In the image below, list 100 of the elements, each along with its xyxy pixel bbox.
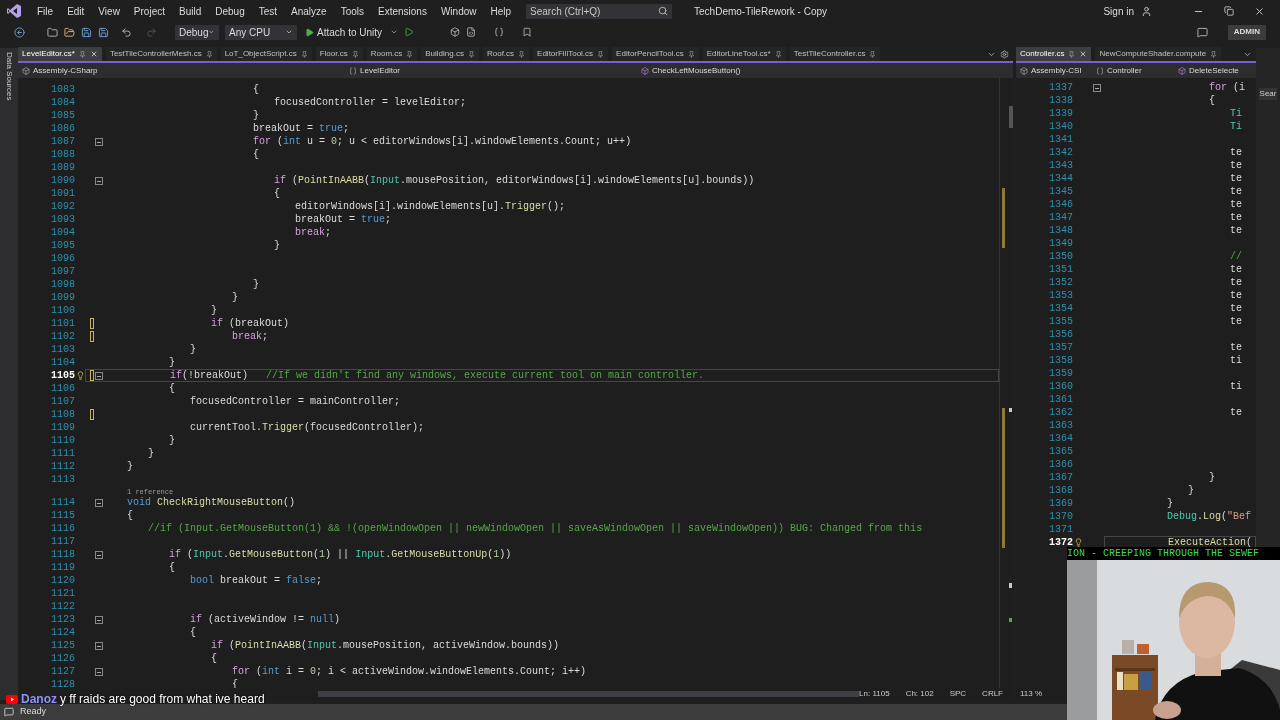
- line-number: 1128: [50, 678, 75, 688]
- collapse-icon[interactable]: [95, 551, 103, 559]
- restore-icon[interactable]: [1224, 6, 1234, 16]
- pin-icon[interactable]: [467, 50, 475, 58]
- new-project-icon[interactable]: [47, 26, 58, 38]
- open-folder-icon[interactable]: [64, 26, 75, 38]
- close-icon[interactable]: [89, 50, 98, 58]
- tab-list-icon[interactable]: [1243, 50, 1252, 59]
- code-line: break;: [295, 226, 332, 240]
- caret-icon[interactable]: [390, 28, 399, 36]
- pin-icon[interactable]: [869, 50, 877, 58]
- zoom-level[interactable]: 113 %: [1020, 688, 1043, 700]
- package-icon[interactable]: [450, 27, 461, 37]
- back-icon[interactable]: [14, 26, 25, 38]
- file-tab[interactable]: Roof.cs: [482, 47, 530, 61]
- file-tab[interactable]: EditorPencilTool.cs: [612, 47, 699, 61]
- file-tab[interactable]: Room.cs: [366, 47, 418, 61]
- undo-icon[interactable]: [121, 26, 132, 38]
- line-number: 1340: [1048, 120, 1073, 134]
- code-line: te: [1230, 276, 1242, 290]
- pin-icon[interactable]: [1068, 50, 1076, 58]
- save-all-icon[interactable]: [98, 26, 109, 38]
- close-icon[interactable]: [1254, 5, 1265, 17]
- file-tab[interactable]: Building.cs: [421, 47, 479, 61]
- collapse-icon[interactable]: [95, 642, 103, 650]
- project-dropdown[interactable]: Assembly-CSharp: [20, 64, 345, 77]
- pin-icon[interactable]: [205, 50, 213, 58]
- pin-icon[interactable]: [300, 50, 308, 58]
- pin-icon[interactable]: [351, 50, 359, 58]
- menu-item[interactable]: Project: [126, 3, 172, 19]
- sign-in-link[interactable]: Sign in: [1103, 3, 1134, 19]
- line-number: 1346: [1048, 198, 1073, 212]
- pin-icon[interactable]: [518, 50, 526, 58]
- collapse-icon[interactable]: [95, 177, 103, 185]
- collapse-icon[interactable]: [95, 372, 103, 380]
- close-icon[interactable]: [1079, 50, 1088, 58]
- collapse-icon[interactable]: [1093, 84, 1101, 92]
- lightbulb-icon[interactable]: [76, 371, 85, 380]
- file-tab[interactable]: NewComputeShader.compute: [1095, 47, 1222, 61]
- pin-icon[interactable]: [687, 50, 695, 58]
- tab-list-icon[interactable]: [987, 50, 996, 59]
- code-line: }: [148, 447, 154, 461]
- platform-dropdown[interactable]: Any CPU: [225, 24, 297, 40]
- save-icon[interactable]: [81, 26, 92, 38]
- data-sources-panel-tab[interactable]: Data Sources: [3, 52, 15, 101]
- file-tab[interactable]: LoT_ObjectScript.cs: [220, 47, 312, 61]
- line-number: 1365: [1048, 445, 1073, 459]
- collapse-icon[interactable]: [95, 138, 103, 146]
- feedback-icon[interactable]: [1196, 26, 1208, 38]
- pin-icon[interactable]: [406, 50, 414, 58]
- line-number: 1343: [1048, 159, 1073, 173]
- class-dropdown[interactable]: Controller: [1094, 64, 1174, 77]
- output-icon[interactable]: [4, 707, 14, 717]
- menu-item[interactable]: Help: [483, 3, 519, 19]
- start-without-debugging-icon[interactable]: [404, 27, 415, 37]
- line-number: 1354: [1048, 302, 1073, 316]
- file-tab[interactable]: TestTileControllerMesh.cs: [105, 47, 217, 61]
- file-tab[interactable]: Floor.cs: [315, 47, 363, 61]
- member-dropdown[interactable]: CheckLeftMouseButton(): [639, 64, 1011, 77]
- file-tab[interactable]: EditorLineTool.cs*: [702, 47, 786, 61]
- pin-icon[interactable]: [774, 50, 782, 58]
- menu-item[interactable]: Analyze: [284, 3, 334, 19]
- search-field[interactable]: Sear: [1258, 88, 1278, 100]
- line-number: 1085: [50, 109, 75, 123]
- menu-item[interactable]: Test: [251, 3, 285, 19]
- menu-item[interactable]: View: [91, 3, 127, 19]
- class-dropdown[interactable]: LevelEditor: [347, 64, 637, 77]
- file-tab[interactable]: LevelEditor.cs*: [18, 47, 102, 61]
- menu-item[interactable]: Extensions: [371, 3, 434, 19]
- project-dropdown[interactable]: Assembly-CSI: [1018, 64, 1092, 77]
- braces-icon[interactable]: [494, 27, 505, 37]
- search-field[interactable]: Search (Ctrl+Q): [526, 3, 673, 19]
- settings-icon[interactable]: [1000, 50, 1009, 59]
- play-icon: [305, 27, 314, 37]
- pin-icon[interactable]: [1210, 50, 1218, 58]
- member-dropdown[interactable]: DeleteSelecte: [1176, 64, 1254, 77]
- menu-item[interactable]: Edit: [60, 3, 92, 19]
- menu-item[interactable]: Window: [433, 3, 484, 19]
- line-number: 1097: [50, 265, 75, 279]
- file-icon[interactable]: [466, 27, 477, 37]
- menu-item[interactable]: Debug: [208, 3, 252, 19]
- file-tab[interactable]: EditorFillTool.cs: [533, 47, 609, 61]
- menu-item[interactable]: File: [30, 3, 61, 19]
- attach-to-unity-button[interactable]: Attach to Unity: [303, 24, 385, 40]
- lightbulb-icon[interactable]: [1074, 538, 1083, 547]
- horizontal-scrollbar[interactable]: [318, 691, 860, 697]
- pin-icon[interactable]: [597, 50, 605, 58]
- file-tab[interactable]: Controller.cs: [1016, 47, 1092, 61]
- pin-icon[interactable]: [78, 50, 86, 58]
- line-number: 1348: [1048, 224, 1073, 238]
- menu-item[interactable]: Build: [172, 3, 209, 19]
- collapse-icon[interactable]: [95, 668, 103, 676]
- menu-item[interactable]: Tools: [333, 3, 371, 19]
- collapse-icon[interactable]: [95, 616, 103, 624]
- file-tab[interactable]: TestTileController.cs: [789, 47, 881, 61]
- collapse-icon[interactable]: [95, 499, 103, 507]
- bookmark-icon[interactable]: [522, 27, 533, 37]
- account-icon[interactable]: [1141, 5, 1152, 17]
- configuration-dropdown[interactable]: Debug: [175, 24, 219, 40]
- indent-indicator: SPC: [949, 688, 967, 700]
